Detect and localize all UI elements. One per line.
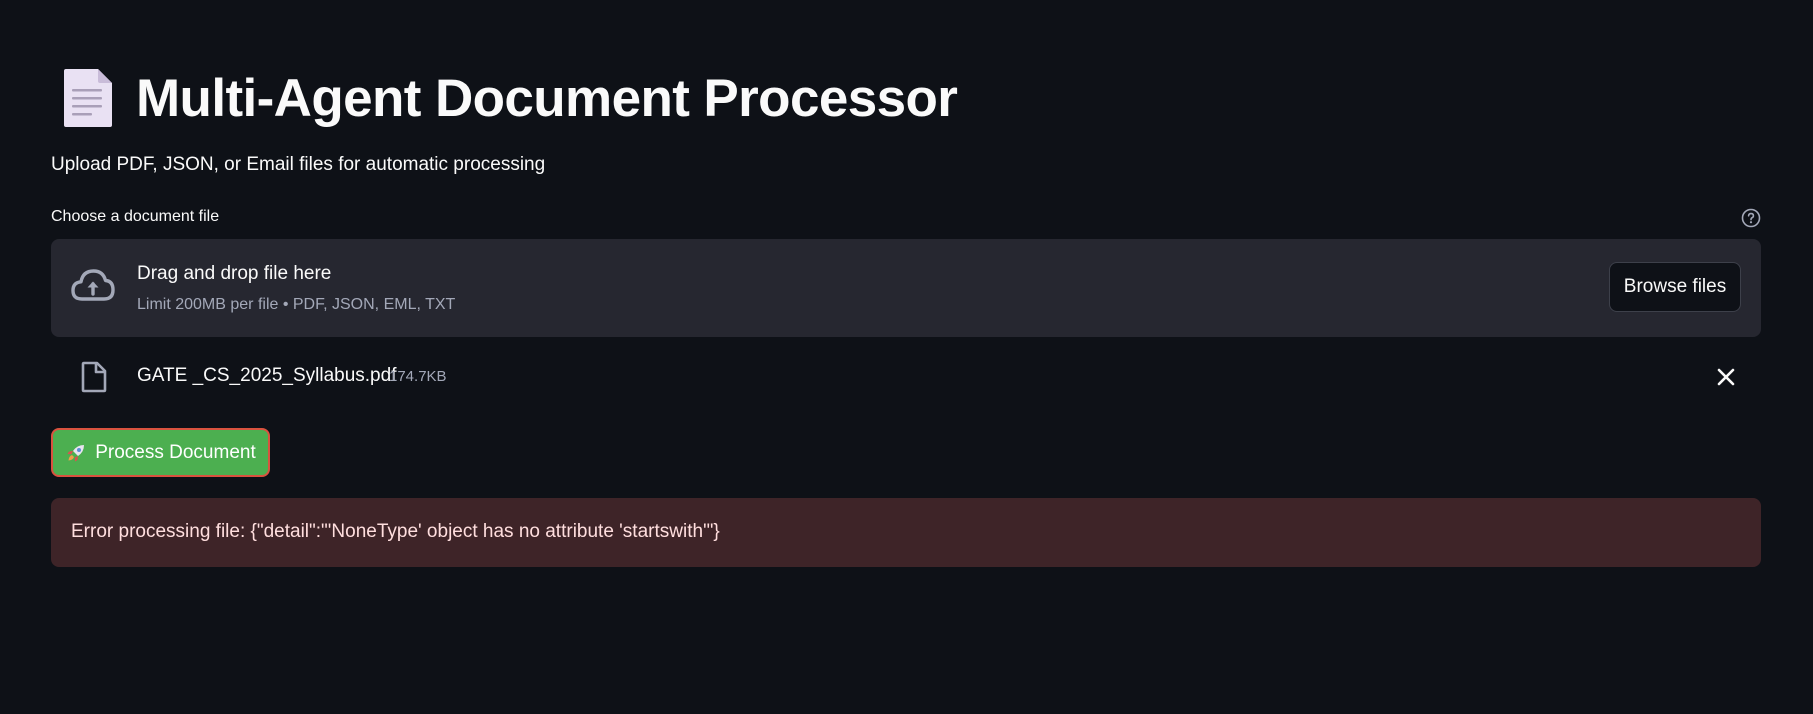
process-document-button[interactable]: Process Document (51, 428, 270, 477)
page-subtitle: Upload PDF, JSON, or Email files for aut… (51, 154, 546, 175)
rocket-icon (67, 444, 85, 461)
page-title: Multi-Agent Document Processor (136, 68, 958, 128)
browse-files-button[interactable]: Browse files (1609, 262, 1741, 312)
question-circle-icon[interactable] (1741, 208, 1761, 228)
title-row: Multi-Agent Document Processor (62, 62, 958, 134)
error-alert: Error processing file: {"detail":"'NoneT… (51, 498, 1761, 567)
dropzone-instructions: Drag and drop file here (137, 263, 332, 284)
close-icon[interactable] (1713, 364, 1739, 390)
file-dropzone[interactable]: Drag and drop file here Limit 200MB per … (51, 239, 1761, 337)
app-page: Multi-Agent Document Processor Upload PD… (0, 0, 1813, 714)
uploaded-file-name: GATE _CS_2025_Syllabus.pdf (137, 365, 397, 386)
page-facing-up-icon (64, 69, 112, 127)
file-icon (81, 361, 107, 393)
uploaded-file-row: GATE _CS_2025_Syllabus.pdf 174.7KB (51, 355, 1761, 397)
uploaded-file-size: 174.7KB (389, 368, 447, 385)
uploader-label: Choose a document file (51, 208, 220, 225)
error-message: Error processing file: {"detail":"'NoneT… (71, 521, 720, 542)
process-button-label: Process Document (95, 441, 256, 463)
dropzone-limit-text: Limit 200MB per file • PDF, JSON, EML, T… (137, 296, 456, 313)
cloud-upload-icon (71, 269, 115, 301)
